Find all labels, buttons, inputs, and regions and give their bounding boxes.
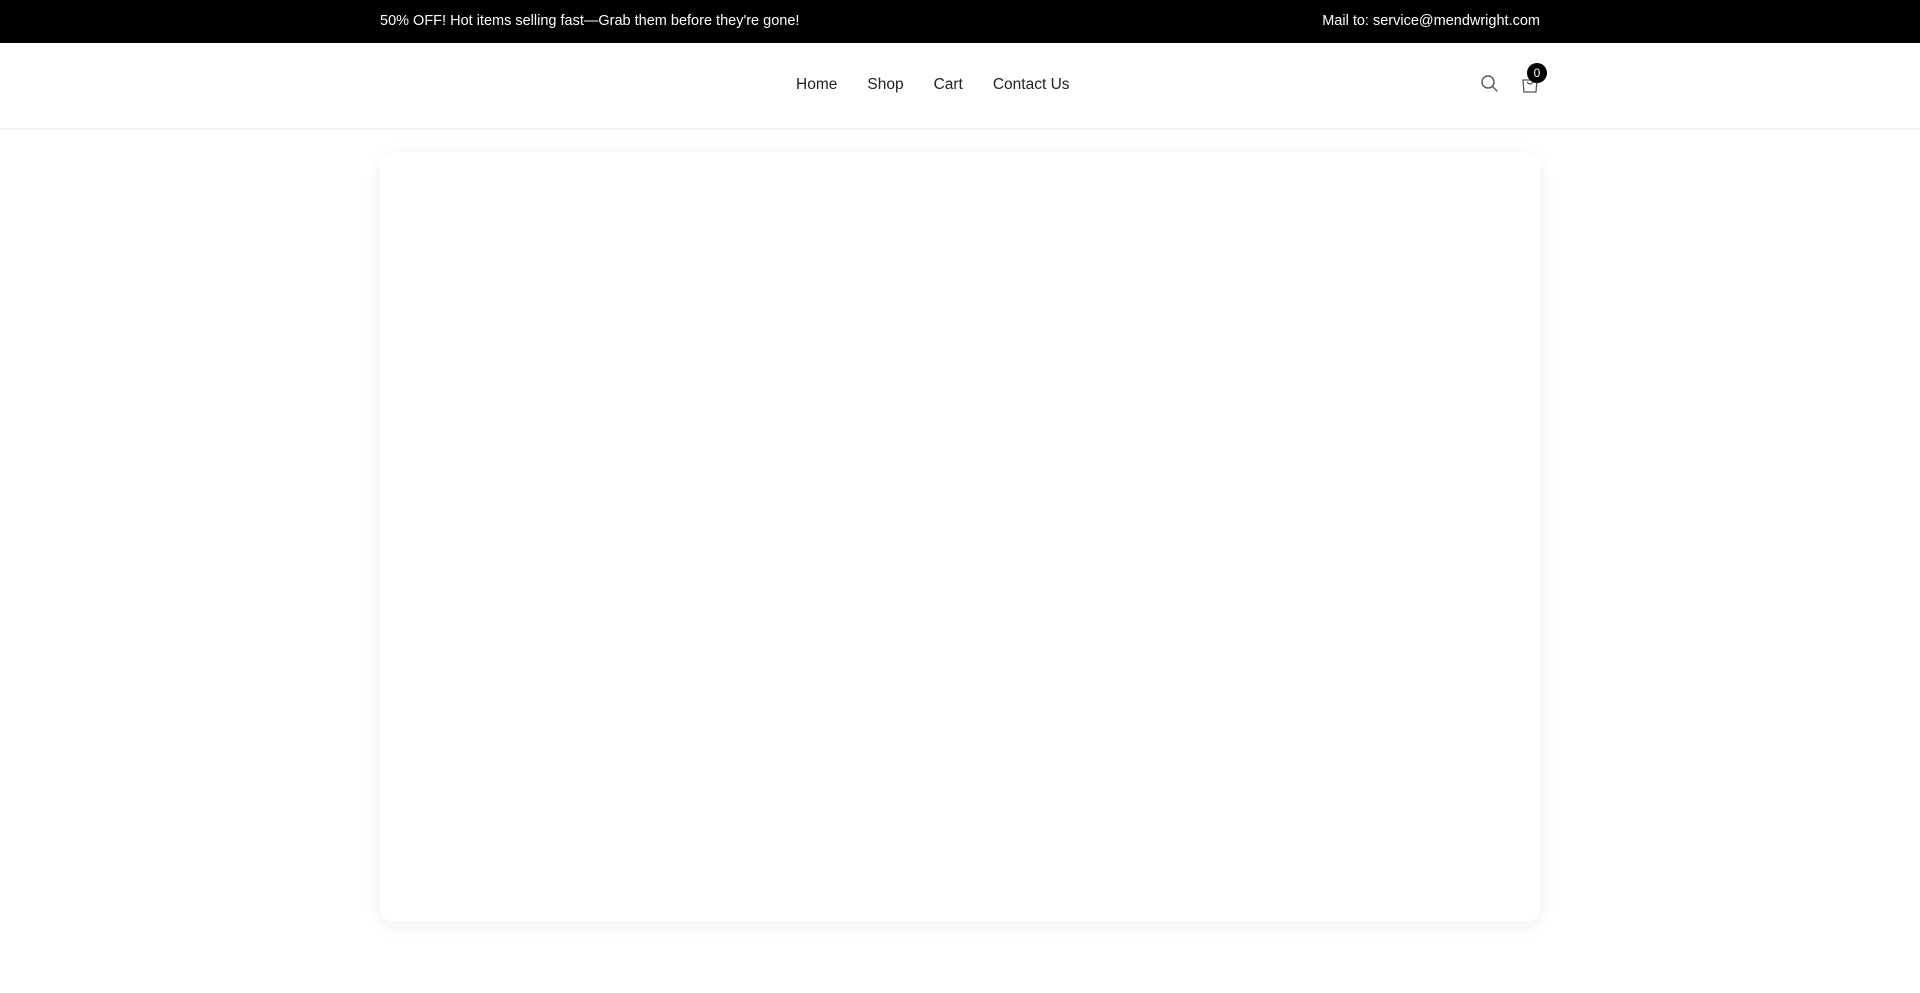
main-nav: Home Shop Cart Contact Us [796, 76, 1070, 94]
promo-text: 50% OFF! Hot items selling fast—Grab the… [380, 13, 800, 29]
contact-email-text[interactable]: Mail to: service@mendwright.com [1322, 13, 1540, 29]
nav-item-shop[interactable]: Shop [867, 76, 903, 94]
nav-item-contact-us[interactable]: Contact Us [993, 76, 1070, 94]
announcement-bar: 50% OFF! Hot items selling fast—Grab the… [0, 0, 1920, 43]
search-icon [1481, 75, 1498, 92]
cart-count-badge: 0 [1527, 63, 1547, 83]
main-content-card [380, 152, 1540, 922]
nav-item-home[interactable]: Home [796, 76, 837, 94]
search-button[interactable] [1480, 74, 1500, 94]
nav-item-cart[interactable]: Cart [934, 76, 963, 94]
site-header: Home Shop Cart Contact Us 0 [0, 43, 1920, 129]
